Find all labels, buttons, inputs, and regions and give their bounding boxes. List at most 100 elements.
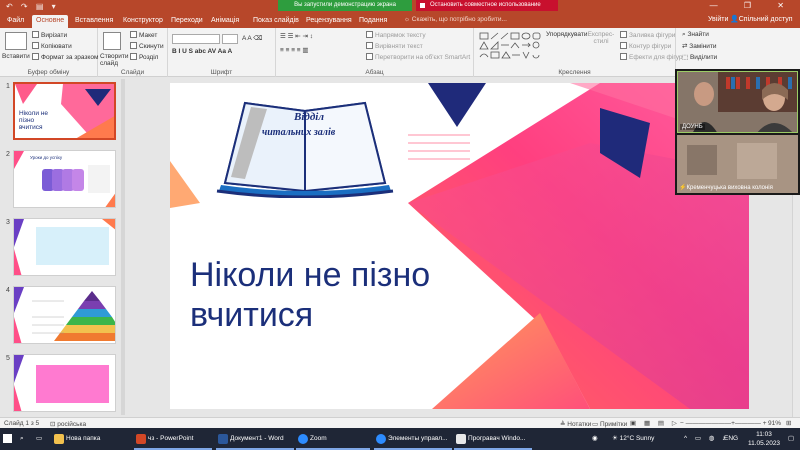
window-controls[interactable]: — ❐ ✕ — [710, 1, 796, 10]
drawing-group-label: Креслення — [558, 69, 591, 76]
clipboard-group-label: Буфер обміну — [27, 69, 70, 76]
format-painter-button[interactable]: Формат за зразком — [32, 53, 98, 61]
slide-thumb-2[interactable]: Уроки до успіху — [13, 150, 116, 208]
weather-icon: ☀ — [612, 435, 620, 442]
tab-insert[interactable]: Вставлення — [71, 15, 117, 28]
tab-design[interactable]: Конструктор — [119, 15, 167, 28]
shape-effects-button[interactable]: Ефекти для фігур — [620, 53, 683, 61]
input-language[interactable]: ENG — [724, 428, 738, 450]
screen-share-banner: Вы запустили демонстрацию экрана — [278, 0, 412, 11]
windows-start-button[interactable] — [0, 428, 14, 450]
slide-number-3: 3 — [6, 219, 10, 226]
slide-thumb-4[interactable] — [13, 286, 116, 344]
find-button[interactable]: ⌕ Знайти — [682, 31, 709, 39]
zoom-tray-icon[interactable]: ◉ — [592, 428, 608, 450]
slide-2-thumb-title: Уроки до успіху — [30, 155, 63, 160]
logo-text-line2: читальних залів — [262, 127, 336, 138]
slide-number-2: 2 — [6, 151, 10, 158]
tab-transitions[interactable]: Переходи — [167, 15, 207, 28]
taskbar-item-zoom[interactable]: Zoom — [296, 428, 370, 450]
taskbar-zoom-controls-label: Элементы управл... — [388, 435, 448, 442]
zoom-level[interactable]: 91% — [768, 420, 781, 427]
font-format-buttons[interactable]: B I U S abc AV Aa A — [172, 48, 232, 55]
word-icon — [218, 434, 228, 444]
book-logo — [216, 101, 394, 198]
section-button[interactable]: Розділ — [130, 53, 158, 61]
select-label: Виділити — [689, 54, 718, 61]
tab-view[interactable]: Подання — [355, 15, 391, 28]
tab-file[interactable]: Файл — [3, 15, 28, 28]
taskbar-item-word[interactable]: Документ1 - Word — [216, 428, 294, 450]
view-buttons[interactable]: ▣ ▦ ▤ ▷ — [630, 419, 680, 427]
participant-video-1[interactable]: ДОУНБ — [677, 71, 798, 133]
slide-5-content — [14, 355, 109, 411]
fit-slide-icon[interactable]: ⊞ — [786, 419, 791, 427]
clock[interactable]: 11:03 11.05.2023 — [748, 430, 780, 450]
reset-button[interactable]: Скинути — [130, 42, 164, 50]
slide-thumb-1[interactable]: Ніколи не пізно вчитися — [13, 82, 116, 140]
paste-button[interactable]: Вставити — [2, 53, 30, 60]
notes-button[interactable]: ≜ Нотатки — [560, 420, 591, 428]
panel-scrollbar[interactable] — [121, 79, 125, 415]
smartart-label: Перетворити на об'єкт SmartArt — [375, 54, 471, 61]
stop-share-button[interactable]: Остановить совместное использование — [416, 0, 558, 11]
task-view-icon[interactable]: ▭ — [36, 428, 46, 450]
font-group-label: Шрифт — [210, 69, 233, 76]
slides-group-label: Слайди — [120, 69, 145, 76]
comments-button[interactable]: ▭ Примітки — [592, 420, 627, 428]
select-button[interactable]: ⬚ Виділити — [682, 53, 717, 61]
replace-button[interactable]: ⇄ Замінити — [682, 42, 717, 50]
sign-in-link[interactable]: Увійти — [708, 16, 728, 23]
text-direction-button[interactable]: Напрямок тексту — [366, 31, 426, 39]
slide-number-1: 1 — [6, 83, 10, 90]
share-button[interactable]: 👤Спільний доступ — [730, 15, 793, 23]
lightbulb-icon: ☼ — [404, 16, 412, 23]
slide-thumb-5[interactable] — [13, 354, 116, 412]
taskbar-item-folder[interactable]: Нова папка — [52, 428, 130, 450]
format-painter-label: Формат за зразком — [41, 54, 99, 61]
slide-thumb-3[interactable] — [13, 218, 116, 276]
copy-label: Копіювати — [41, 43, 72, 50]
system-tray-icons[interactable]: ^ ▭ ◍ ♪ — [684, 428, 729, 450]
list-buttons[interactable]: ☰ ☰ ⇤ ⇥ ↕ — [280, 32, 313, 40]
tell-me-input[interactable]: ☼ Скажіть, що потрібно зробити... — [404, 16, 507, 23]
align-buttons[interactable]: ≡ ≡ ≡ ≡ ▥ — [280, 46, 309, 54]
tab-home[interactable]: Основне — [32, 15, 69, 28]
layout-button[interactable]: Макет — [130, 31, 157, 39]
shapes-gallery[interactable] — [478, 31, 542, 61]
arrange-button[interactable]: Упорядкувати — [546, 31, 587, 38]
zoom-controls-icon — [376, 434, 386, 444]
font-size-field[interactable] — [222, 34, 238, 44]
language-indicator[interactable]: ⊡ російська — [50, 420, 86, 428]
font-size-buttons[interactable]: A A ⌫ — [242, 34, 262, 42]
slide-title[interactable]: Ніколи не пізно вчитися — [190, 255, 460, 335]
participant-video-2[interactable]: ⚡Кременчуцька виховна колонія — [677, 135, 798, 193]
new-slide-button[interactable]: Створити слайд — [100, 53, 129, 67]
shape-outline-button[interactable]: Контур фігури — [620, 42, 671, 50]
copy-icon — [32, 42, 39, 49]
font-name-field[interactable] — [172, 34, 220, 44]
effects-icon — [620, 53, 627, 60]
weather-widget[interactable]: ☀ 12°C Sunny — [612, 428, 654, 450]
smartart-icon — [366, 53, 373, 60]
copy-button[interactable]: Копіювати — [32, 42, 72, 50]
taskbar-item-powerpoint[interactable]: чз - PowerPoint — [134, 428, 212, 450]
tab-animations[interactable]: Анімація — [207, 15, 243, 28]
shape-fill-button[interactable]: Заливка фігури — [620, 31, 675, 39]
current-slide[interactable]: Відділ читальних залів Ніколи не пізно в… — [170, 83, 749, 409]
align-text-button[interactable]: Вирівняти текст — [366, 42, 423, 50]
share-label: Спільний доступ — [738, 16, 793, 23]
cut-button[interactable]: Вирізати — [32, 31, 67, 39]
taskbar-search-icon[interactable]: ⌕ — [20, 428, 30, 450]
tab-slideshow[interactable]: Показ слайдів — [249, 15, 303, 28]
notifications-icon[interactable]: ▢ — [788, 428, 794, 450]
zoom-slider[interactable]: − ———————+———— + — [680, 420, 767, 427]
tab-review[interactable]: Рецензування — [302, 15, 356, 28]
outline-icon — [620, 42, 627, 49]
smartart-button[interactable]: Перетворити на об'єкт SmartArt — [366, 53, 470, 61]
taskbar-item-media-player[interactable]: Програвач Windo... — [454, 428, 532, 450]
quick-access-toolbar[interactable]: ↶ ↷ ▤ ▾ — [6, 2, 59, 11]
font-group: A A ⌫ B I U S abc AV Aa A Шрифт — [168, 28, 276, 77]
quick-styles-button[interactable]: Експрес-стилі — [586, 31, 616, 45]
taskbar-item-zoom-controls[interactable]: Элементы управл... — [374, 428, 452, 450]
